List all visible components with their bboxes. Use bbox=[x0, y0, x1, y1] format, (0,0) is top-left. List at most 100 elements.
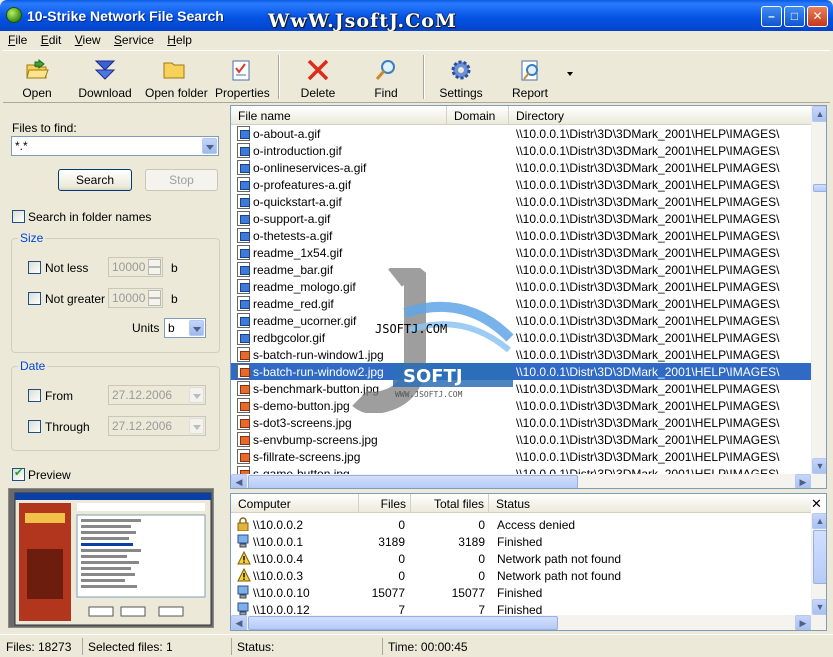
computer-status-list[interactable]: Computer Files Total files Status ✕ \\10… bbox=[230, 493, 827, 631]
find-button[interactable]: Find bbox=[360, 54, 412, 102]
file-row[interactable]: s-benchmark-button.jpg \\10.0.0.1\Distr\3… bbox=[231, 380, 811, 397]
file-row[interactable]: s-fillrate-screens.jpg \\10.0.0.1\Distr\3… bbox=[231, 448, 811, 465]
computer-list-vertical-scrollbar[interactable]: ▲ ▼ bbox=[811, 513, 826, 615]
file-row[interactable]: readme_red.gif \\10.0.0.1\Distr\3D\3DMark… bbox=[231, 295, 811, 312]
menu-edit[interactable]: Edit bbox=[36, 31, 67, 47]
file-row[interactable]: s-dot3-screens.jpg \\10.0.0.1\Distr\3D\3D… bbox=[231, 414, 811, 431]
from-date-picker[interactable]: 27.12.2006 bbox=[108, 385, 206, 405]
column-domain[interactable]: Domain bbox=[447, 106, 509, 125]
computer-list-horizontal-scrollbar[interactable]: ◀ ▶ bbox=[231, 615, 826, 630]
file-row[interactable]: o-introduction.gif \\10.0.0.1\Distr\3D\3D… bbox=[231, 142, 811, 159]
scroll-thumb[interactable] bbox=[248, 475, 578, 488]
file-row[interactable]: readme_ucorner.gif \\10.0.0.1\Distr\3D\3D… bbox=[231, 312, 811, 329]
column-file-name[interactable]: File name bbox=[231, 106, 447, 125]
properties-button[interactable]: Properties bbox=[215, 54, 270, 102]
file-row[interactable]: s-batch-run-window2.jpg \\10.0.0.1\Distr\… bbox=[231, 363, 811, 380]
spin-up-icon[interactable] bbox=[148, 290, 161, 298]
through-checkbox[interactable] bbox=[28, 420, 41, 433]
file-results-list[interactable]: File name Domain Directory o-about-a.gif… bbox=[230, 105, 827, 489]
column-directory[interactable]: Directory bbox=[509, 106, 811, 125]
file-list-horizontal-scrollbar[interactable]: ◀ ▶ bbox=[231, 474, 826, 488]
file-row[interactable]: redbgcolor.gif \\10.0.0.1\Distr\3D\3DMark… bbox=[231, 329, 811, 346]
stop-button[interactable]: Stop bbox=[145, 169, 218, 191]
directory-cell: \\10.0.0.1\Distr\3D\3DMark_2001\HELP\IMA… bbox=[516, 246, 780, 260]
file-row[interactable]: o-thetests-a.gif \\10.0.0.1\Distr\3D\3DMa… bbox=[231, 227, 811, 244]
file-row[interactable]: s-batch-run-window1.jpg \\10.0.0.1\Distr\… bbox=[231, 346, 811, 363]
file-row[interactable]: o-support-a.gif \\10.0.0.1\Distr\3D\3DMar… bbox=[231, 210, 811, 227]
directory-cell: \\10.0.0.1\Distr\3D\3DMark_2001\HELP\IMA… bbox=[516, 399, 780, 413]
maximize-button[interactable]: □ bbox=[784, 6, 805, 27]
scroll-thumb[interactable] bbox=[813, 530, 826, 584]
computer-row[interactable]: \\10.0.0.3 0 0 Network path not found bbox=[231, 567, 811, 584]
close-button[interactable]: ✕ bbox=[807, 6, 828, 27]
spin-down-icon[interactable] bbox=[148, 267, 161, 275]
open-folder-button[interactable]: Open folder bbox=[145, 54, 208, 102]
file-row[interactable]: readme_bar.gif \\10.0.0.1\Distr\3D\3DMark… bbox=[231, 261, 811, 278]
scroll-left-icon[interactable]: ◀ bbox=[231, 474, 247, 488]
scroll-up-icon[interactable]: ▲ bbox=[812, 106, 826, 122]
column-files[interactable]: Files bbox=[359, 494, 411, 513]
not-less-checkbox[interactable] bbox=[28, 261, 41, 274]
scroll-left-icon[interactable]: ◀ bbox=[231, 615, 247, 630]
scroll-thumb[interactable] bbox=[248, 616, 558, 630]
preview-checkbox[interactable] bbox=[12, 466, 25, 481]
menu-service[interactable]: Service bbox=[109, 31, 159, 47]
report-dropdown-arrow-icon[interactable] bbox=[567, 72, 573, 76]
file-row[interactable]: o-quickstart-a.gif \\10.0.0.1\Distr\3D\3D… bbox=[231, 193, 811, 210]
column-computer[interactable]: Computer bbox=[231, 494, 359, 513]
file-row[interactable]: o-about-a.gif \\10.0.0.1\Distr\3D\3DMark_… bbox=[231, 125, 811, 142]
window-title: 10-Strike Network File Search bbox=[27, 8, 224, 24]
scroll-thumb[interactable] bbox=[813, 184, 826, 192]
computer-row[interactable]: \\10.0.0.2 0 0 Access denied bbox=[231, 516, 811, 533]
menu-file[interactable]: File bbox=[3, 31, 32, 47]
chevron-down-icon[interactable] bbox=[189, 320, 204, 336]
scroll-right-icon[interactable]: ▶ bbox=[795, 474, 811, 488]
scroll-down-icon[interactable]: ▼ bbox=[812, 599, 826, 615]
chevron-down-icon[interactable] bbox=[189, 418, 204, 434]
scroll-up-icon[interactable]: ▲ bbox=[812, 513, 826, 529]
gif-file-icon bbox=[237, 330, 250, 345]
title-bar[interactable]: 10-Strike Network File Search WwW.JsoftJ… bbox=[0, 0, 833, 32]
delete-button[interactable]: Delete bbox=[292, 54, 344, 102]
not-greater-spinner[interactable]: 10000 bbox=[108, 288, 163, 308]
files-to-find-input[interactable]: *.* bbox=[11, 136, 219, 156]
minimize-button[interactable]: – bbox=[761, 6, 782, 27]
scroll-right-icon[interactable]: ▶ bbox=[795, 615, 811, 630]
chevron-down-icon[interactable] bbox=[202, 138, 217, 154]
not-less-spinner[interactable]: 10000 bbox=[108, 257, 163, 277]
through-date-picker[interactable]: 27.12.2006 bbox=[108, 416, 206, 436]
file-row[interactable]: readme_mologo.gif \\10.0.0.1\Distr\3D\3DM… bbox=[231, 278, 811, 295]
file-list-vertical-scrollbar[interactable]: ▲ ▼ bbox=[811, 106, 826, 474]
search-in-folder-names-checkbox[interactable] bbox=[12, 210, 25, 223]
jpg-file-icon bbox=[237, 415, 250, 430]
size-group: Size Not less 10000 b Not greater 10000 … bbox=[11, 231, 220, 353]
file-row[interactable]: s-envbump-screens.jpg \\10.0.0.1\Distr\3D… bbox=[231, 431, 811, 448]
open-button[interactable]: Open bbox=[11, 54, 63, 102]
file-row[interactable]: o-profeatures-a.gif \\10.0.0.1\Distr\3D\3… bbox=[231, 176, 811, 193]
computer-row[interactable]: \\10.0.0.10 15077 15077 Finished bbox=[231, 584, 811, 601]
file-row[interactable]: s-demo-button.jpg \\10.0.0.1\Distr\3D\3DM… bbox=[231, 397, 811, 414]
close-panel-icon[interactable]: ✕ bbox=[811, 496, 822, 512]
computer-row[interactable]: \\10.0.0.1 3189 3189 Finished bbox=[231, 533, 811, 550]
from-checkbox[interactable] bbox=[28, 389, 41, 402]
file-row[interactable]: o-onlineservices-a.gif \\10.0.0.1\Distr\3… bbox=[231, 159, 811, 176]
spin-up-icon[interactable] bbox=[148, 259, 161, 267]
scroll-down-icon[interactable]: ▼ bbox=[812, 458, 826, 474]
delete-icon bbox=[307, 59, 329, 81]
settings-button[interactable]: Settings bbox=[435, 54, 487, 102]
units-select[interactable]: b bbox=[164, 318, 206, 338]
gif-file-icon bbox=[237, 126, 250, 141]
menu-view[interactable]: View bbox=[70, 31, 106, 47]
directory-cell: \\10.0.0.1\Distr\3D\3DMark_2001\HELP\IMA… bbox=[516, 144, 780, 158]
search-button[interactable]: Search bbox=[58, 169, 132, 191]
download-button[interactable]: Download bbox=[77, 54, 133, 102]
not-greater-checkbox[interactable] bbox=[28, 292, 41, 305]
file-row[interactable]: readme_1x54.gif \\10.0.0.1\Distr\3D\3DMar… bbox=[231, 244, 811, 261]
computer-row[interactable]: \\10.0.0.4 0 0 Network path not found bbox=[231, 550, 811, 567]
menu-help[interactable]: Help bbox=[162, 31, 197, 47]
column-total-files[interactable]: Total files bbox=[411, 494, 489, 513]
spin-down-icon[interactable] bbox=[148, 298, 161, 306]
report-button[interactable]: Report bbox=[504, 54, 556, 102]
column-status[interactable]: Status bbox=[489, 494, 811, 513]
chevron-down-icon[interactable] bbox=[189, 387, 204, 403]
